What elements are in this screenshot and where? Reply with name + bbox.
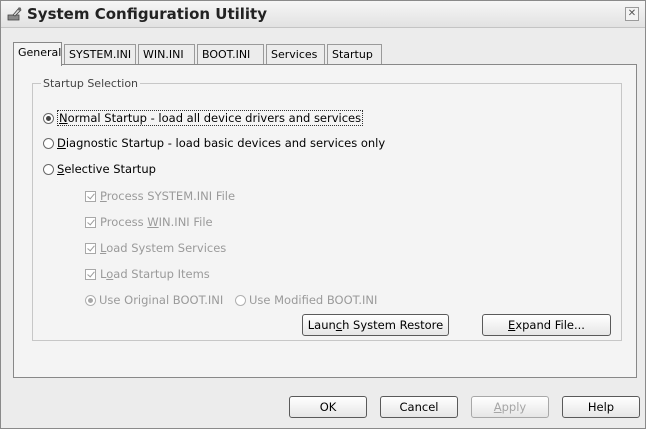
cancel-button[interactable]: Cancel <box>380 396 458 418</box>
title-bar[interactable]: System Configuration Utility ✕ <box>1 1 645 28</box>
tab-general[interactable]: General <box>13 42 62 66</box>
tab-system-ini[interactable]: SYSTEM.INI <box>64 44 136 64</box>
expand-file-button[interactable]: Expand File... <box>482 314 611 336</box>
tab-startup[interactable]: Startup <box>327 44 382 64</box>
load-startup-items-checkbox[interactable] <box>85 268 96 280</box>
load-startup-items-label: Load Startup Items <box>100 267 210 281</box>
load-startup-items-option[interactable]: Load Startup Items <box>85 267 210 281</box>
diagnostic-startup-label: Diagnostic Startup - load basic devices … <box>57 136 386 150</box>
selective-startup-label: Selective Startup <box>57 162 156 176</box>
process-win-ini-label: Process WIN.INI File <box>100 215 213 229</box>
use-modified-boot-ini-option[interactable]: Use Modified BOOT.INI <box>235 293 377 307</box>
process-win-ini-checkbox[interactable] <box>85 216 96 228</box>
tab-boot-ini[interactable]: BOOT.INI <box>197 44 264 64</box>
general-tab-panel: Startup Selection Normal Startup - load … <box>13 64 637 378</box>
selective-startup-option[interactable]: Selective Startup <box>43 162 156 176</box>
process-system-ini-option[interactable]: Process SYSTEM.INI File <box>85 189 235 203</box>
normal-startup-label: Normal Startup - load all device drivers… <box>57 110 364 126</box>
system-configuration-window: System Configuration Utility ✕ General S… <box>0 0 646 429</box>
normal-startup-option[interactable]: Normal Startup - load all device drivers… <box>43 110 364 126</box>
tab-services[interactable]: Services <box>266 44 325 64</box>
use-original-boot-ini-label: Use Original BOOT.INI <box>99 293 224 307</box>
load-system-services-checkbox[interactable] <box>85 242 96 254</box>
close-button[interactable]: ✕ <box>625 7 639 21</box>
use-original-boot-ini-radio[interactable] <box>85 294 96 306</box>
diagnostic-startup-option[interactable]: Diagnostic Startup - load basic devices … <box>43 136 385 150</box>
apply-button[interactable]: Apply <box>471 396 549 418</box>
help-button[interactable]: Help <box>562 396 640 418</box>
app-icon <box>7 7 22 21</box>
close-icon: ✕ <box>627 8 637 19</box>
launch-system-restore-button[interactable]: Launch System Restore <box>302 314 449 336</box>
load-system-services-label: Load System Services <box>100 241 227 255</box>
startup-selection-label: Startup Selection <box>43 77 139 90</box>
use-modified-boot-ini-label: Use Modified BOOT.INI <box>249 293 378 307</box>
startup-selection-group: Startup Selection Normal Startup - load … <box>32 77 622 341</box>
selective-startup-radio[interactable] <box>43 163 54 175</box>
use-original-boot-ini-option[interactable]: Use Original BOOT.INI <box>85 293 223 307</box>
process-win-ini-option[interactable]: Process WIN.INI File <box>85 215 213 229</box>
process-system-ini-label: Process SYSTEM.INI File <box>100 189 236 203</box>
normal-startup-radio[interactable] <box>43 112 54 124</box>
diagnostic-startup-radio[interactable] <box>43 137 54 149</box>
use-modified-boot-ini-radio[interactable] <box>235 294 246 306</box>
ok-button[interactable]: OK <box>289 396 367 418</box>
process-system-ini-checkbox[interactable] <box>85 190 96 202</box>
load-system-services-option[interactable]: Load System Services <box>85 241 226 255</box>
window-title: System Configuration Utility <box>27 5 267 23</box>
tab-win-ini[interactable]: WIN.INI <box>138 44 195 64</box>
